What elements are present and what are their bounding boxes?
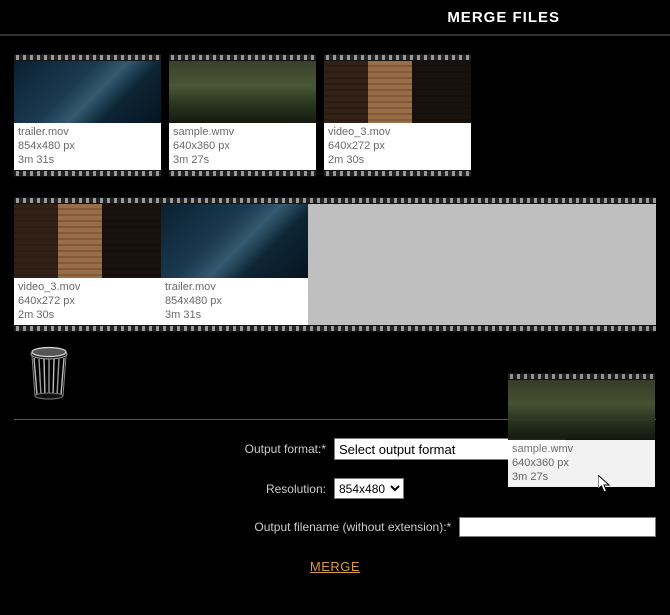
clip-filename: sample.wmv bbox=[173, 125, 312, 139]
resolution-select[interactable]: 854x480 bbox=[334, 478, 404, 499]
clip-thumbnail bbox=[14, 204, 161, 278]
video-clip[interactable]: trailer.mov854x480 px3m 31s bbox=[14, 54, 161, 177]
output-format-label: Output format:* bbox=[14, 442, 334, 456]
clip-thumbnail bbox=[169, 61, 316, 123]
clip-filename: trailer.mov bbox=[18, 125, 157, 139]
clip-duration: 3m 27s bbox=[173, 153, 312, 167]
clip-dimensions: 640x272 px bbox=[328, 139, 467, 153]
filmstrip-border bbox=[324, 54, 471, 61]
clip-thumbnail bbox=[324, 61, 471, 123]
clip-meta: sample.wmv640x360 px3m 27s bbox=[169, 123, 316, 170]
filmstrip-border bbox=[169, 54, 316, 61]
filmstrip-border bbox=[324, 170, 471, 177]
video-clip[interactable]: video_3.mov640x272 px2m 30s bbox=[14, 204, 161, 325]
page-title: MERGE FILES bbox=[447, 9, 560, 26]
filmstrip-border bbox=[508, 373, 655, 380]
video-clip[interactable]: trailer.mov854x480 px3m 31s bbox=[161, 204, 308, 325]
clip-meta: video_3.mov640x272 px2m 30s bbox=[324, 123, 471, 170]
filmstrip-border bbox=[14, 197, 656, 204]
merge-target-area[interactable]: video_3.mov640x272 px2m 30strailer.mov85… bbox=[14, 197, 656, 332]
filmstrip-border bbox=[169, 170, 316, 177]
clip-thumbnail bbox=[161, 204, 308, 278]
merge-target-body[interactable]: video_3.mov640x272 px2m 30strailer.mov85… bbox=[14, 204, 656, 325]
filmstrip-border bbox=[14, 170, 161, 177]
clip-duration: 3m 27s bbox=[512, 470, 651, 484]
clip-meta: trailer.mov854x480 px3m 31s bbox=[161, 278, 308, 325]
filmstrip-border bbox=[14, 54, 161, 61]
clip-duration: 2m 30s bbox=[18, 308, 157, 322]
clip-filename: sample.wmv bbox=[512, 442, 651, 456]
header: MERGE FILES bbox=[0, 0, 670, 36]
clip-duration: 2m 30s bbox=[328, 153, 467, 167]
clip-duration: 3m 31s bbox=[18, 153, 157, 167]
clip-dimensions: 640x360 px bbox=[512, 456, 651, 470]
filmstrip-border bbox=[14, 325, 656, 332]
video-clip[interactable]: sample.wmv640x360 px3m 27s bbox=[169, 54, 316, 177]
clip-dimensions: 854x480 px bbox=[18, 139, 157, 153]
dragging-clip-ghost[interactable]: sample.wmv640x360 px3m 27s bbox=[508, 373, 655, 487]
clip-dimensions: 640x360 px bbox=[173, 139, 312, 153]
clip-filename: trailer.mov bbox=[165, 280, 304, 294]
source-clips-row: trailer.mov854x480 px3m 31ssample.wmv640… bbox=[0, 36, 670, 177]
filename-label: Output filename (without extension):* bbox=[14, 520, 459, 534]
clip-meta: trailer.mov854x480 px3m 31s bbox=[14, 123, 161, 170]
video-clip[interactable]: video_3.mov640x272 px2m 30s bbox=[324, 54, 471, 177]
clip-duration: 3m 31s bbox=[165, 308, 304, 322]
clip-dimensions: 640x272 px bbox=[18, 294, 157, 308]
clip-meta: sample.wmv640x360 px3m 27s bbox=[508, 440, 655, 487]
clip-dimensions: 854x480 px bbox=[165, 294, 304, 308]
merge-button[interactable]: MERGE bbox=[310, 559, 360, 574]
filename-input[interactable] bbox=[459, 517, 656, 537]
clip-filename: video_3.mov bbox=[18, 280, 157, 294]
clip-thumbnail bbox=[508, 380, 655, 440]
clip-filename: video_3.mov bbox=[328, 125, 467, 139]
clip-thumbnail bbox=[14, 61, 161, 123]
clip-meta: video_3.mov640x272 px2m 30s bbox=[14, 278, 161, 325]
merge-button-row: MERGE bbox=[14, 555, 656, 574]
trash-icon[interactable] bbox=[28, 346, 70, 400]
form-row-filename: Output filename (without extension):* bbox=[14, 517, 656, 537]
resolution-label: Resolution: bbox=[14, 482, 334, 496]
